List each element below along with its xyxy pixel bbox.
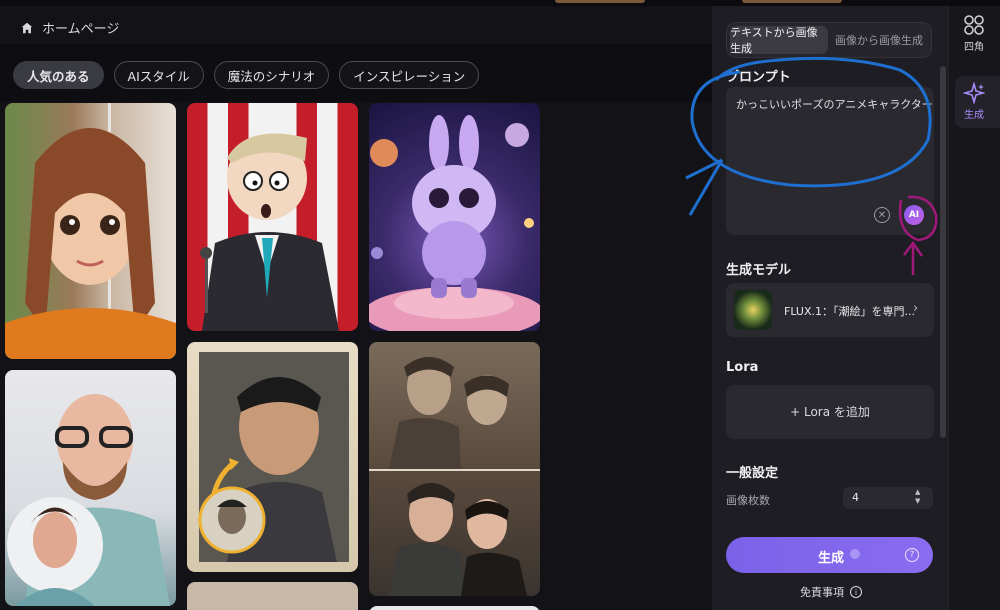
- tab-text-to-image[interactable]: テキストから画像生成: [730, 26, 828, 55]
- gallery-card-man-glasses[interactable]: [5, 370, 176, 606]
- info-icon: i: [850, 586, 862, 598]
- image-count-value: 4: [852, 491, 859, 504]
- sparkle-icon: [963, 82, 985, 104]
- disclaimer-label: 免責事項: [800, 586, 844, 599]
- rail-item-label: 生成: [964, 110, 984, 121]
- prompt-label: プロンプト: [726, 70, 791, 85]
- breadcrumb[interactable]: ホームページ: [20, 18, 119, 37]
- chip-ai-style[interactable]: AIスタイル: [113, 61, 204, 89]
- clear-prompt-button[interactable]: ✕: [874, 207, 890, 223]
- gallery-card-anime-girl[interactable]: [5, 103, 176, 359]
- credit-icon: [850, 549, 860, 559]
- card-image: [369, 357, 540, 596]
- top-tab-indicator: [555, 0, 645, 3]
- card-image: [7, 394, 170, 606]
- card-image: [198, 352, 349, 562]
- gallery-card-partial[interactable]: [369, 606, 540, 610]
- card-image: [5, 103, 176, 359]
- home-icon: [21, 22, 33, 33]
- gallery-card-space-creature[interactable]: [369, 103, 540, 331]
- model-label: 生成モデル: [726, 263, 792, 278]
- disclaimer-link[interactable]: 免責事項 i: [800, 584, 862, 600]
- model-name: FLUX.1：「潮絵」を専門...: [784, 305, 915, 318]
- help-icon[interactable]: ?: [905, 548, 919, 562]
- rail-item-generate[interactable]: 生成: [948, 82, 1000, 121]
- prompt-text: かっこいいポーズのアニメキャラクター: [736, 98, 933, 111]
- mode-tabs: テキストから画像生成 画像から画像生成: [726, 22, 932, 58]
- ai-enhance-button[interactable]: AI: [904, 205, 924, 225]
- lora-add-label: + Lora を追加: [790, 405, 870, 419]
- category-chips: 人気のある AIスタイル 魔法のシナリオ インスピレーション: [13, 61, 480, 89]
- gallery-card-cartoon-man[interactable]: [187, 103, 358, 331]
- rail-item-label: 四角: [964, 42, 984, 53]
- app-window: ホームページ 人気のある AIスタイル 魔法のシナリオ インスピレーション テキ…: [0, 0, 1000, 610]
- generate-label: 生成: [818, 551, 845, 566]
- rail-item-square[interactable]: 四角: [948, 14, 1000, 53]
- gallery-area: ホームページ 人気のある AIスタイル 魔法のシナリオ インスピレーション: [0, 6, 712, 610]
- image-count-label: 画像枚数: [726, 494, 770, 507]
- model-thumbnail: [734, 290, 772, 330]
- chevron-right-icon: ›: [913, 301, 919, 316]
- grid-icon: [964, 15, 984, 35]
- gallery-card-vintage-couple[interactable]: [369, 342, 540, 596]
- spinner-arrows-icon[interactable]: ▲ ▼: [915, 488, 920, 506]
- breadcrumb-label: ホームページ: [42, 22, 120, 37]
- tab-image-to-image[interactable]: 画像から画像生成: [830, 26, 928, 54]
- card-image: [369, 115, 540, 331]
- lora-label: Lora: [726, 360, 759, 375]
- chip-magic-scenario[interactable]: 魔法のシナリオ: [213, 61, 330, 89]
- general-settings-label: 一般設定: [726, 466, 779, 481]
- chip-inspiration[interactable]: インスピレーション: [339, 61, 480, 89]
- card-image: [200, 133, 339, 331]
- gallery-card-old-photo[interactable]: [187, 342, 358, 572]
- top-tab-indicator: [742, 0, 842, 3]
- chip-popular[interactable]: 人気のある: [13, 61, 104, 89]
- panel-scrollbar[interactable]: [940, 66, 946, 438]
- gallery-card-partial[interactable]: [187, 582, 358, 610]
